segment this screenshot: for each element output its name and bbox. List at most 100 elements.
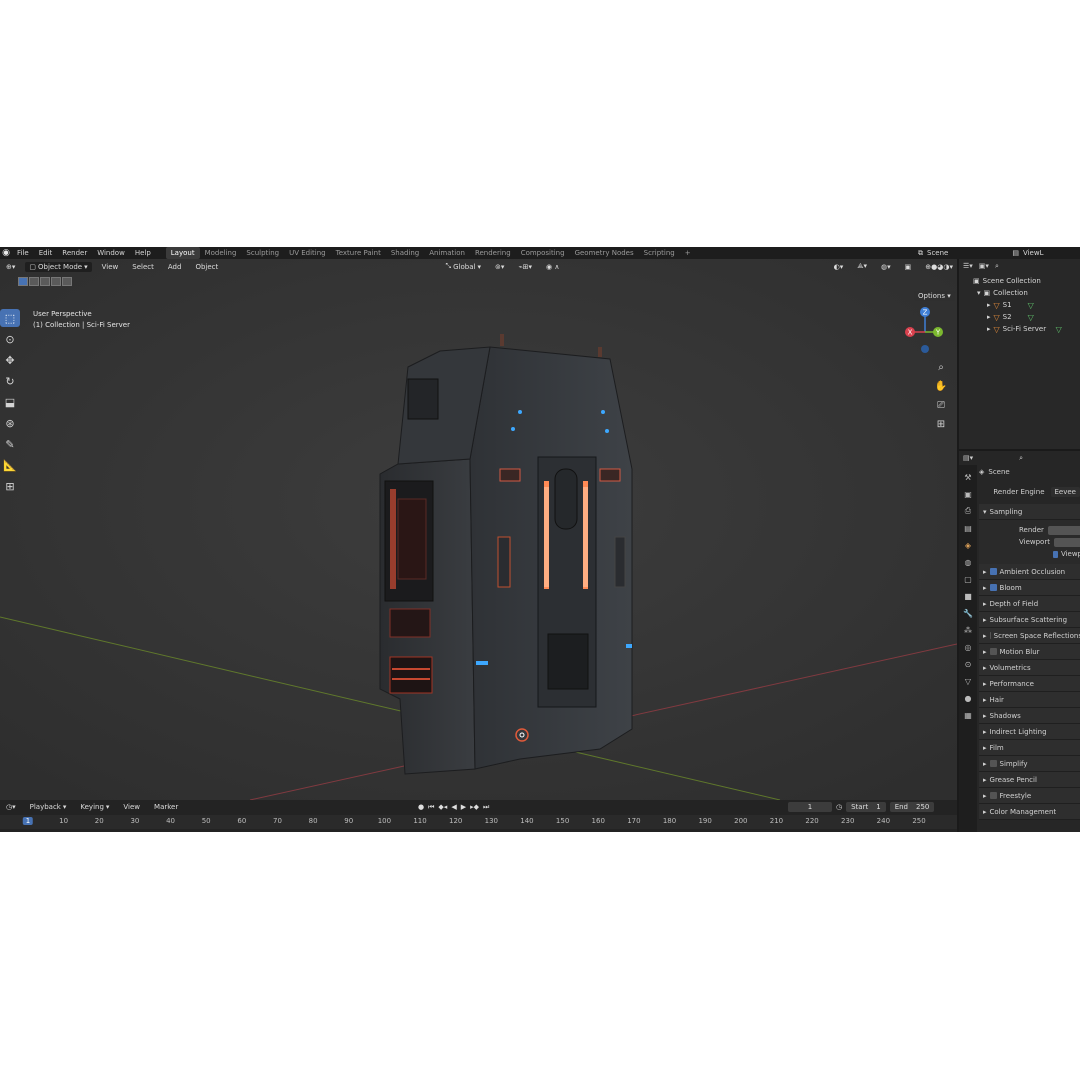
grid-perspective-icon[interactable]: ⊞ (933, 416, 949, 432)
prev-keyframe-icon[interactable]: ◆◂ (438, 803, 447, 812)
expand-arrow-icon[interactable]: ▸ (987, 313, 991, 321)
mesh-data-icon[interactable]: ▽ (1056, 325, 1062, 334)
panel-enable-checkbox[interactable] (989, 584, 997, 591)
properties-panel-header[interactable]: ▸ Indirect Lighting (979, 724, 1080, 740)
properties-panel-header[interactable]: ▸ Motion Blur (979, 644, 1080, 660)
expand-arrow-icon[interactable]: ▾ (977, 289, 981, 297)
output-tab-icon[interactable]: ⎙ (962, 505, 974, 517)
particles-tab-icon[interactable]: ⁂ (962, 624, 974, 636)
timeline-ruler[interactable]: 1 10 20 30 40 50 60 70 80 90 100 110 120 130 140 150 160… (0, 815, 957, 829)
scene-tab-icon[interactable]: ◈ (962, 539, 974, 551)
sampling-panel-header[interactable]: ▾ Sampling (979, 504, 1080, 520)
editor-type-icon[interactable]: ⊕▾ (2, 262, 19, 272)
select-intersect-icon[interactable] (62, 277, 72, 286)
properties-editor-icon[interactable]: ▤▾ (963, 454, 973, 462)
add-workspace-button[interactable]: + (680, 247, 696, 259)
collection-row[interactable]: ▾ ▣ Collection (973, 287, 1080, 299)
tab-shading[interactable]: Shading (386, 247, 424, 259)
options-dropdown[interactable]: Options ▾ (914, 291, 955, 301)
pan-hand-icon[interactable]: ✋ (933, 378, 949, 394)
properties-panel-header[interactable]: ▸ Color Management (979, 804, 1080, 820)
mesh-data-icon[interactable]: ▽ (1028, 301, 1034, 310)
expand-arrow-icon[interactable]: ▸ (987, 301, 991, 309)
properties-panel-header[interactable]: ▸ Depth of Field (979, 596, 1080, 612)
jump-end-icon[interactable]: ⏭ (483, 803, 489, 812)
viewport-samples-field[interactable] (1053, 537, 1080, 547)
stopwatch-icon[interactable]: ◷ (836, 803, 842, 811)
current-frame-field[interactable]: 1 (788, 802, 832, 812)
properties-panel-header[interactable]: ▸ Shadows (979, 708, 1080, 724)
menu-add[interactable]: Add (164, 262, 186, 272)
3d-viewport[interactable]: ⊕▾ ▢ Object Mode ▾ View Select Add Object … (0, 259, 957, 800)
rotate-icon[interactable]: ↻ (0, 372, 20, 390)
properties-search-icon[interactable]: ⌕ (1019, 454, 1023, 463)
properties-panel-header[interactable]: ▸ Screen Space Reflections (979, 628, 1080, 644)
tab-geometry-nodes[interactable]: Geometry Nodes (570, 247, 639, 259)
move-icon[interactable]: ✥ (0, 351, 20, 369)
outliner-editor-icon[interactable]: ☰▾ (963, 262, 973, 270)
visibility-icon[interactable]: ◐▾ (830, 262, 848, 272)
menu-file[interactable]: File (12, 249, 34, 257)
world-tab-icon[interactable]: ◍ (962, 556, 974, 568)
current-frame-marker[interactable]: 1 (22, 817, 34, 825)
add-cube-icon[interactable]: ⊞ (0, 477, 20, 495)
xray-icon[interactable]: ▣ (901, 262, 916, 272)
menu-object[interactable]: Object (191, 262, 222, 272)
tab-compositing[interactable]: Compositing (516, 247, 570, 259)
properties-panel-header[interactable]: ▸ Bloom (979, 580, 1080, 596)
object-tab-icon[interactable]: ■ (962, 590, 974, 602)
properties-panel-header[interactable]: ▸ Film (979, 740, 1080, 756)
properties-panel-header[interactable]: ▸ Subsurface Scattering (979, 612, 1080, 628)
select-invert-icon[interactable] (51, 277, 61, 286)
playback-menu[interactable]: Playback ▾ (26, 802, 71, 812)
properties-panel-header[interactable]: ▸ Freestyle (979, 788, 1080, 804)
panel-enable-checkbox[interactable] (989, 568, 997, 575)
tab-uv-editing[interactable]: UV Editing (284, 247, 331, 259)
select-extend-icon[interactable] (29, 277, 39, 286)
tab-modeling[interactable]: Modeling (200, 247, 242, 259)
scene-selector[interactable]: ⧉ Scene ▤ ViewL (918, 247, 1043, 259)
marker-menu[interactable]: Marker (150, 802, 182, 812)
orientation-dropdown[interactable]: ⤡ Global ▾ (442, 261, 485, 272)
camera-icon[interactable]: ⎚ (933, 397, 949, 413)
pivot-point-icon[interactable]: ⊚▾ (491, 262, 508, 272)
clock-icon[interactable]: ◷▾ (2, 802, 20, 812)
panel-enable-checkbox[interactable] (989, 760, 997, 767)
menu-help[interactable]: Help (130, 249, 156, 257)
shading-modes-icon[interactable]: ⊕●◕◑▾ (921, 262, 957, 272)
modifier-tab-icon[interactable]: 🔧 (962, 607, 974, 619)
blender-logo-icon[interactable]: ◉ (0, 247, 12, 259)
view-layer-tab-icon[interactable]: ▤ (962, 522, 974, 534)
menu-edit[interactable]: Edit (34, 249, 58, 257)
outliner-object-row[interactable]: ▸ ▽ S1 ▽ (973, 299, 1080, 311)
tab-scripting[interactable]: Scripting (639, 247, 680, 259)
select-box-icon[interactable]: ⬚ (0, 309, 20, 327)
play-icon[interactable]: ▶ (461, 803, 466, 812)
properties-panel-header[interactable]: ▸ Simplify (979, 756, 1080, 772)
mesh-data-icon[interactable]: ▽ (1028, 313, 1034, 322)
physics-tab-icon[interactable]: ◎ (962, 641, 974, 653)
tab-rendering[interactable]: Rendering (470, 247, 516, 259)
measure-icon[interactable]: 📐 (0, 456, 20, 474)
annotate-icon[interactable]: ✎ (0, 435, 20, 453)
gizmo-neg-z-icon[interactable] (921, 345, 929, 353)
panel-enable-checkbox[interactable] (989, 648, 997, 655)
viewport-denoise-checkbox[interactable] (1053, 550, 1058, 558)
expand-arrow-icon[interactable]: ▸ (987, 325, 991, 333)
collection-tab-icon[interactable]: ▢ (962, 573, 974, 585)
tab-texture-paint[interactable]: Texture Paint (331, 247, 386, 259)
texture-tab-icon[interactable]: ▦ (962, 709, 974, 721)
properties-panel-header[interactable]: ▸ Volumetrics (979, 660, 1080, 676)
render-engine-dropdown[interactable]: Eevee (1050, 487, 1080, 497)
render-samples-field[interactable] (1047, 525, 1080, 535)
navigation-gizmo[interactable]: Z X Y (900, 307, 950, 357)
panel-enable-checkbox[interactable] (989, 792, 997, 799)
next-keyframe-icon[interactable]: ▸◆ (470, 803, 479, 812)
panel-enable-checkbox[interactable] (989, 632, 991, 639)
outliner-search-icon[interactable]: ⌕ (995, 262, 999, 271)
outliner-object-row[interactable]: ▸ ▽ Sci-Fi Server ▽ (973, 323, 1080, 335)
transform-icon[interactable]: ⊛ (0, 414, 20, 432)
snap-icon[interactable]: ⌁⊞▾ (514, 262, 536, 272)
constraints-tab-icon[interactable]: ⊙ (962, 658, 974, 670)
scale-icon[interactable]: ⬓ (0, 393, 20, 411)
